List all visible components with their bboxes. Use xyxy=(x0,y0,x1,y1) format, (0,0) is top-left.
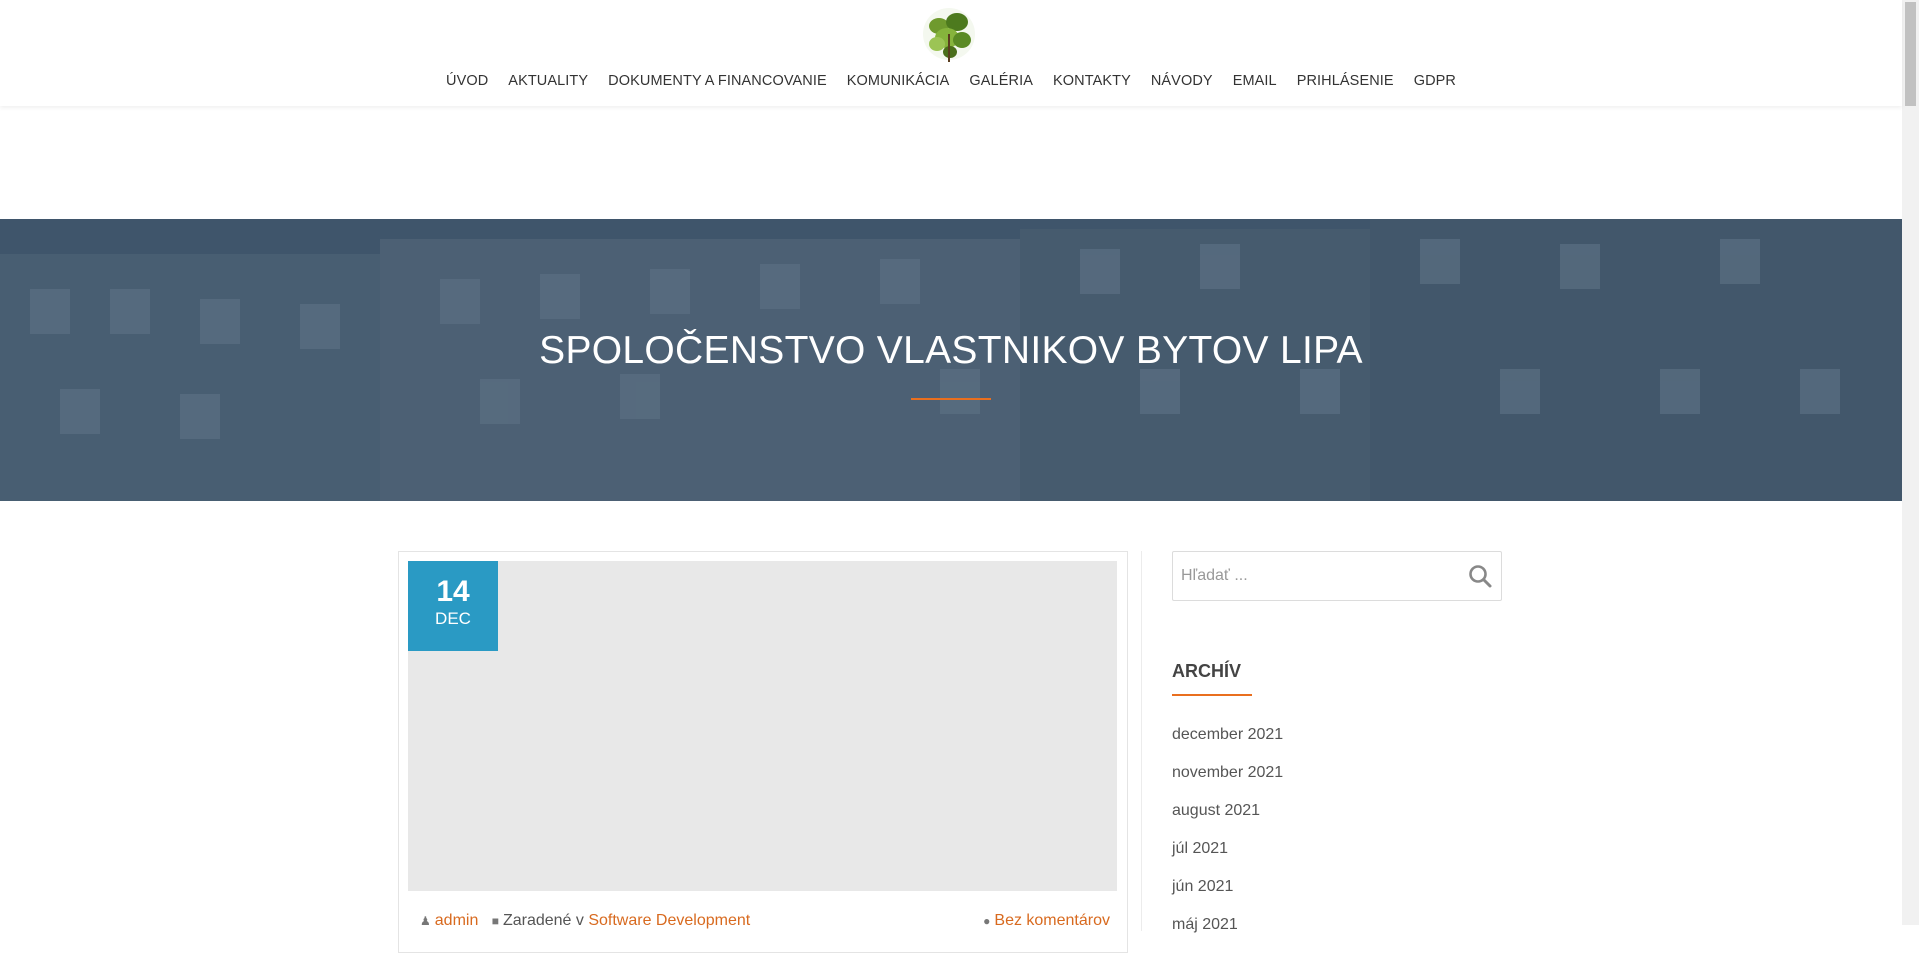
archive-widget-title: ARCHÍV xyxy=(1172,661,1242,681)
post-author-link[interactable]: admin xyxy=(435,912,479,929)
site-header: ÚVOD AKTUALITY DOKUMENTY A FINANCOVANIE … xyxy=(0,0,1902,106)
nav-item-kontakty[interactable]: KONTAKTY xyxy=(1043,73,1141,89)
list-item: august 2021 xyxy=(1172,800,1283,838)
list-item: november 2021 xyxy=(1172,762,1283,800)
list-item: jún 2021 xyxy=(1172,876,1283,914)
category-prefix: Zaradené v xyxy=(502,912,584,929)
archive-link[interactable]: november 2021 xyxy=(1172,764,1283,781)
page-scrollbar[interactable] xyxy=(1902,0,1919,925)
archive-link[interactable]: júl 2021 xyxy=(1172,840,1228,857)
post-featured-image[interactable] xyxy=(408,561,1117,891)
nav-item-navody[interactable]: NÁVODY xyxy=(1141,73,1223,89)
site-logo[interactable] xyxy=(919,4,979,64)
comment-icon: ● xyxy=(983,914,991,928)
archive-list: december 2021 november 2021 august 2021 … xyxy=(1172,724,1283,952)
content-divider xyxy=(1141,551,1142,931)
nav-item-uvod[interactable]: ÚVOD xyxy=(436,73,498,89)
search-box xyxy=(1172,551,1502,601)
post-meta: ♟ admin ■ Zaradené v Software Development … xyxy=(420,912,1110,936)
nav-item-komunikacia[interactable]: KOMUNIKÁCIA xyxy=(837,73,960,89)
title-underline xyxy=(911,398,991,400)
nav-item-galeria[interactable]: GALÉRIA xyxy=(959,73,1043,89)
scrollbar-thumb[interactable] xyxy=(1905,2,1916,106)
post-date-day: 14 xyxy=(436,575,470,608)
post-comments-link[interactable]: Bez komentárov xyxy=(994,912,1110,929)
nav-item-email[interactable]: EMAIL xyxy=(1223,73,1287,89)
post-category-link[interactable]: Software Development xyxy=(588,912,750,929)
blog-post-card: 14 DEC ♟ admin ■ Zaradené v Software Devel… xyxy=(398,551,1128,953)
post-date-month: DEC xyxy=(435,609,471,628)
user-icon: ♟ xyxy=(420,914,431,928)
nav-item-gdpr[interactable]: GDPR xyxy=(1404,73,1466,89)
page-title: SPOLOČENSTVO VLASTNIKOV BYTOV LIPA xyxy=(539,329,1363,372)
main-nav: ÚVOD AKTUALITY DOKUMENTY A FINANCOVANIE … xyxy=(0,73,1902,89)
widget-title-underline xyxy=(1172,694,1252,696)
hero-banner: SPOLOČENSTVO VLASTNIKOV BYTOV LIPA xyxy=(0,219,1902,501)
archive-link[interactable]: august 2021 xyxy=(1172,802,1260,819)
list-item: december 2021 xyxy=(1172,724,1283,762)
search-input[interactable] xyxy=(1179,552,1453,600)
search-icon[interactable] xyxy=(1467,563,1493,589)
nav-item-prihlasenie[interactable]: PRIHLÁSENIE xyxy=(1287,73,1404,89)
archive-link[interactable]: december 2021 xyxy=(1172,726,1283,743)
leaf-logo-icon xyxy=(923,8,975,62)
list-item: máj 2021 xyxy=(1172,914,1283,952)
post-date-badge: 14 DEC xyxy=(408,561,498,651)
nav-item-dokumenty[interactable]: DOKUMENTY A FINANCOVANIE xyxy=(598,73,837,89)
nav-item-aktuality[interactable]: AKTUALITY xyxy=(498,73,598,89)
archive-link[interactable]: jún 2021 xyxy=(1172,878,1233,895)
list-item: júl 2021 xyxy=(1172,838,1283,876)
folder-icon: ■ xyxy=(491,914,499,928)
